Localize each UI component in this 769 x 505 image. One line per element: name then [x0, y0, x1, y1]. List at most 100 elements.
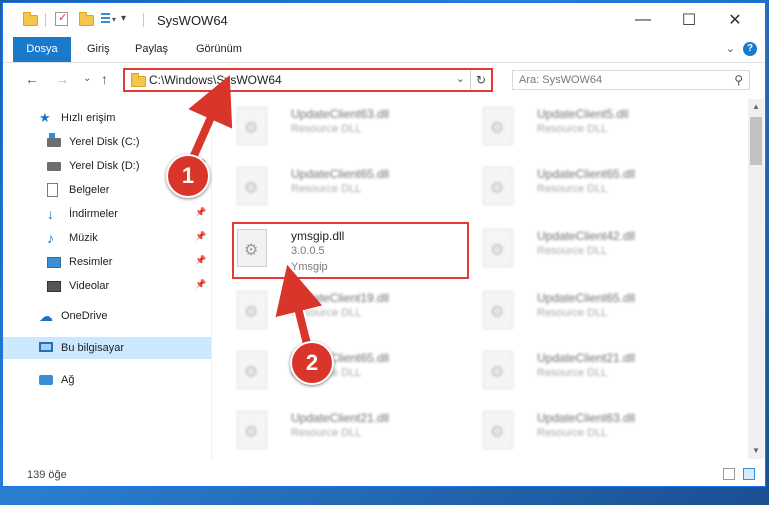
- dll-file-icon: [483, 229, 513, 267]
- sidebar-item-label: İndirmeler: [69, 208, 118, 220]
- file-version: 3.0.0.5: [291, 245, 325, 257]
- back-arrow-icon[interactable]: ←: [25, 71, 39, 87]
- tab-home[interactable]: Giriş: [87, 37, 110, 62]
- sidebar-item-this-pc[interactable]: Bu bilgisayar: [3, 337, 211, 359]
- folder-icon: [131, 73, 146, 87]
- dll-file-icon: [237, 351, 267, 389]
- star-icon: ★: [39, 110, 51, 125]
- file-item[interactable]: UpdateClient21.dll Resource DLL: [465, 345, 705, 401]
- pin-icon[interactable]: 📌: [195, 255, 206, 266]
- sidebar-item-downloads[interactable]: ↓ İndirmeler 📌: [3, 203, 211, 225]
- address-path[interactable]: C:\Windows\SysWOW64: [149, 73, 282, 87]
- vertical-scrollbar[interactable]: ▲ ▼: [748, 99, 764, 459]
- file-list: UpdateClient63.dll Resource DLL UpdateCl…: [213, 99, 747, 459]
- dll-file-icon: [483, 167, 513, 205]
- file-name: UpdateClient63.dll: [291, 107, 390, 121]
- file-name: UpdateClient65.dll: [537, 167, 636, 181]
- up-arrow-icon[interactable]: ↑: [101, 71, 108, 87]
- file-name: UpdateClient5.dll: [537, 107, 629, 121]
- file-item[interactable]: UpdateClient63.dll Resource DLL: [219, 101, 459, 157]
- file-type: Resource DLL: [537, 367, 608, 379]
- expand-ribbon-icon[interactable]: ⌄: [726, 42, 735, 55]
- dll-file-icon: [237, 229, 267, 267]
- pane-divider[interactable]: [211, 99, 212, 459]
- tab-view[interactable]: Görünüm: [196, 37, 242, 62]
- file-item[interactable]: UpdateClient63.dll Resource DLL: [465, 405, 705, 459]
- window-title: SysWOW64: [157, 13, 228, 28]
- dll-file-icon: [237, 411, 267, 449]
- sidebar-item-label: Müzik: [69, 232, 98, 244]
- sidebar-item-music[interactable]: ♪ Müzik 📌: [3, 227, 211, 249]
- dll-file-icon: [483, 411, 513, 449]
- file-name: ymsgip.dll: [291, 229, 345, 243]
- dll-file-icon: [237, 107, 267, 145]
- sidebar-item-pictures[interactable]: Resimler 📌: [3, 251, 211, 273]
- details-view-icon[interactable]: [723, 468, 735, 480]
- sidebar-item-label: Yerel Disk (D:): [69, 160, 140, 172]
- dll-file-icon: [483, 107, 513, 145]
- pin-icon[interactable]: 📌: [195, 231, 206, 242]
- sidebar-item-label: Resimler: [69, 256, 113, 268]
- quick-access-dropdown-icon[interactable]: ▾: [121, 13, 126, 29]
- explorer-window: ✓ ▾ ▾ SysWOW64 — ☐ ✕ Dosya Giriş Paylaş …: [2, 2, 766, 487]
- recent-locations-icon[interactable]: ⌄: [83, 73, 91, 84]
- separator: [143, 13, 144, 27]
- file-item[interactable]: UpdateClient65.dll Resource DLL: [219, 345, 459, 401]
- pin-icon[interactable]: 📌: [195, 279, 206, 290]
- address-bar[interactable]: C:\Windows\SysWOW64 ⌄ ↻: [123, 68, 493, 92]
- download-icon: ↓: [47, 206, 54, 222]
- sidebar-item-onedrive[interactable]: ☁ OneDrive: [3, 305, 211, 327]
- file-type: Resource DLL: [537, 427, 608, 439]
- file-item[interactable]: UpdateClient21.dll Resource DLL: [219, 405, 459, 459]
- sidebar-item-local-disk-c[interactable]: Yerel Disk (C:) 📌: [3, 131, 211, 153]
- sidebar-item-label: Belgeler: [69, 184, 110, 196]
- sidebar-item-network[interactable]: Ağ: [3, 369, 211, 391]
- file-item[interactable]: UpdateClient5.dll Resource DLL: [465, 101, 705, 157]
- sidebar-item-quick-access[interactable]: ★ Hızlı erişim: [3, 107, 211, 129]
- file-type: Resource DLL: [291, 183, 362, 195]
- sidebar-item-label: Yerel Disk (C:): [69, 136, 140, 148]
- file-name: UpdateClient63.dll: [537, 411, 636, 425]
- scrollbar-thumb[interactable]: [750, 117, 762, 165]
- file-item[interactable]: UpdateClient19.dll Resource DLL: [219, 285, 459, 341]
- tiles-view-icon[interactable]: [743, 468, 755, 480]
- item-count: 139 öğe: [27, 469, 67, 481]
- file-type: Resource DLL: [537, 183, 608, 195]
- scroll-up-icon[interactable]: ▲: [748, 99, 764, 115]
- file-item[interactable]: UpdateClient65.dll Resource DLL: [465, 161, 705, 217]
- videos-icon: [47, 281, 61, 292]
- dll-file-icon: [483, 351, 513, 389]
- file-item[interactable]: UpdateClient65.dll Resource DLL: [465, 285, 705, 341]
- search-icon[interactable]: ⚲: [734, 73, 743, 87]
- file-name: UpdateClient65.dll: [291, 167, 390, 181]
- pin-icon[interactable]: 📌: [195, 135, 206, 146]
- file-type: Resource DLL: [291, 427, 362, 439]
- maximize-button[interactable]: ☐: [666, 3, 712, 37]
- forward-arrow-icon[interactable]: →: [55, 71, 69, 87]
- help-icon[interactable]: ?: [743, 42, 757, 56]
- address-dropdown-icon[interactable]: ⌄: [456, 72, 465, 85]
- tab-share[interactable]: Paylaş: [135, 37, 168, 62]
- title-bar: ✓ ▾ ▾ SysWOW64 — ☐ ✕: [3, 3, 765, 37]
- refresh-icon[interactable]: ↻: [470, 70, 491, 90]
- file-item[interactable]: UpdateClient42.dll Resource DLL: [465, 223, 705, 279]
- sidebar-item-videos[interactable]: Videolar 📌: [3, 275, 211, 297]
- file-type: Resource DLL: [537, 123, 608, 135]
- file-name: UpdateClient21.dll: [537, 351, 636, 365]
- sidebar-item-label: Bu bilgisayar: [61, 342, 124, 354]
- pin-icon[interactable]: 📌: [195, 207, 206, 218]
- search-input[interactable]: Ara: SysWOW64: [519, 74, 602, 86]
- tab-file[interactable]: Dosya: [13, 37, 71, 62]
- scroll-down-icon[interactable]: ▼: [748, 443, 764, 459]
- close-button[interactable]: ✕: [712, 3, 758, 37]
- properties-icon[interactable]: ✓: [55, 12, 68, 26]
- navigation-pane: ★ Hızlı erişim Yerel Disk (C:) 📌 Yerel D…: [3, 99, 211, 459]
- file-item-ymsgip[interactable]: ymsgip.dll 3.0.0.5 Ymsgip: [219, 223, 459, 279]
- customize-quick-access-icon[interactable]: ▾: [101, 13, 116, 25]
- minimize-button[interactable]: —: [620, 3, 666, 37]
- search-box[interactable]: Ara: SysWOW64 ⚲: [512, 70, 750, 90]
- new-folder-icon[interactable]: [79, 12, 94, 26]
- music-icon: ♪: [47, 230, 54, 246]
- step-badge-1: 1: [166, 154, 210, 198]
- file-item[interactable]: UpdateClient65.dll Resource DLL: [219, 161, 459, 217]
